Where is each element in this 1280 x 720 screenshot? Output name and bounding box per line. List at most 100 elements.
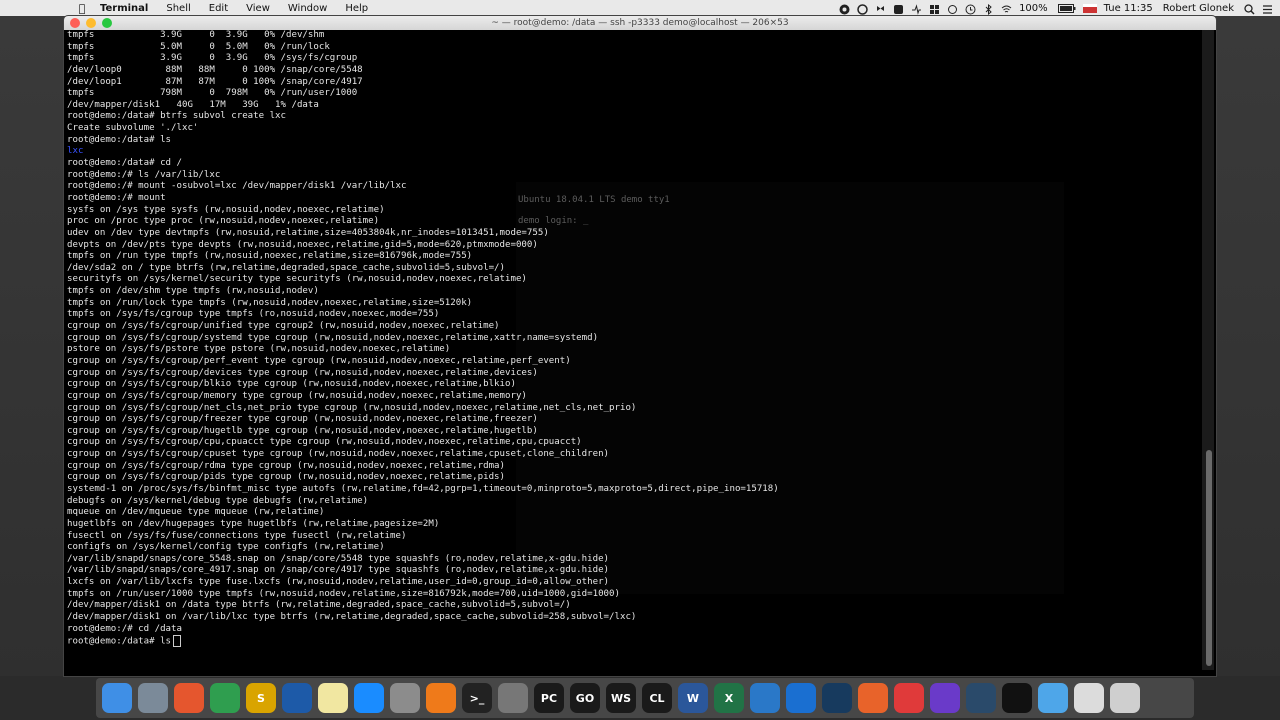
appstore-icon[interactable] (354, 683, 384, 713)
terminal-line: mqueue on /dev/mqueue type mqueue (rw,re… (67, 507, 325, 518)
terminal-label: >_ (469, 691, 485, 705)
terminal-line: root@demo:/# ls /var/lib/lxc (67, 169, 221, 180)
1password-icon[interactable] (786, 683, 816, 713)
terminal-line: cgroup on /sys/fs/cgroup/rdma type cgrou… (67, 460, 505, 471)
terminal-line: securityfs on /sys/kernel/security type … (67, 274, 527, 285)
chrome-icon[interactable] (210, 683, 240, 713)
steam-icon[interactable] (822, 683, 852, 713)
system-preferences-icon[interactable] (390, 683, 420, 713)
app-name-menu[interactable]: Terminal (100, 3, 148, 14)
terminal-line: cgroup on /sys/fs/cgroup/pids type cgrou… (67, 472, 505, 483)
firefox-icon[interactable] (174, 683, 204, 713)
flower-icon[interactable] (947, 4, 958, 14)
folder-icon[interactable] (1038, 683, 1068, 713)
terminal-line: root@demo:/data# ls (67, 134, 172, 145)
time-machine-icon[interactable] (965, 4, 976, 14)
files-icon[interactable] (750, 683, 780, 713)
clion-icon[interactable]: CL (642, 683, 672, 713)
menu-bar:  Terminal Shell Edit View Window Help 1… (0, 0, 1280, 16)
terminal-line: tmpfs on /dev/shm type tmpfs (rw,nosuid,… (67, 286, 319, 297)
user-name[interactable]: Robert Glonek (1163, 3, 1234, 14)
terminal-cursor (173, 635, 182, 648)
terminal-line: /dev/mapper/disk1 on /var/lib/lxc type b… (67, 612, 637, 623)
terminal-output[interactable]: tmpfs 3.9G 0 3.9G 0% /dev/shm tmpfs 5.0M … (64, 30, 1203, 670)
terminal-line: cgroup on /sys/fs/cgroup/cpuset type cgr… (67, 449, 610, 460)
word-label: W (686, 691, 700, 705)
terminal-line: /dev/loop1 87M 87M 0 100% /snap/core/491… (67, 76, 363, 87)
script-editor-icon[interactable] (498, 683, 528, 713)
menu-shell[interactable]: Shell (166, 3, 190, 14)
apple-menu-icon[interactable]:  (74, 2, 90, 15)
quicktime-icon[interactable] (966, 683, 996, 713)
clock[interactable]: Tue 11:35 (1104, 3, 1153, 14)
terminal-line: root@demo:/data# btrfs subvol create lxc (67, 111, 286, 122)
sequel-icon[interactable]: S (246, 683, 276, 713)
activity-icon[interactable] (911, 3, 922, 15)
input-flag-icon[interactable] (1082, 3, 1097, 13)
terminal-line: cgroup on /sys/fs/cgroup/hugetlb type cg… (67, 425, 538, 436)
terminal-line: /dev/loop0 88M 88M 0 100% /snap/core/554… (67, 64, 363, 75)
grid-icon[interactable] (929, 4, 940, 14)
terminal-line: root@demo:/data# ls (67, 635, 1203, 648)
close-window-button[interactable] (70, 18, 80, 28)
sublime-status-icon[interactable] (893, 4, 904, 14)
documents-icon[interactable] (1074, 683, 1104, 713)
notes-icon[interactable] (318, 683, 348, 713)
terminal-line: tmpfs 798M 0 798M 0% /run/user/1000 (67, 88, 358, 99)
notification-center-icon[interactable] (1262, 4, 1273, 14)
menu-view[interactable]: View (246, 3, 270, 14)
record-icon[interactable] (839, 4, 850, 14)
screen-recorder-icon[interactable] (1002, 683, 1032, 713)
virtualbox-icon[interactable] (282, 683, 312, 713)
terminal-line: pstore on /sys/fs/pstore type pstore (rw… (67, 344, 451, 355)
terminal-line: cgroup on /sys/fs/cgroup/unified type cg… (67, 321, 500, 332)
sourcetree-icon[interactable] (858, 683, 888, 713)
terminal-line: tmpfs 3.9G 0 3.9G 0% /sys/fs/cgroup (67, 53, 358, 64)
spotlight-search-icon[interactable] (1244, 3, 1255, 15)
terminal-line: cgroup on /sys/fs/cgroup/memory type cgr… (67, 390, 527, 401)
excel-label: X (724, 691, 734, 705)
terminal-line: cgroup on /sys/fs/cgroup/devices type cg… (67, 367, 538, 378)
menu-edit[interactable]: Edit (209, 3, 228, 14)
no-entry-icon[interactable] (894, 683, 924, 713)
scrollbar-thumb[interactable] (1206, 450, 1212, 666)
menu-help[interactable]: Help (345, 3, 368, 14)
goland-icon[interactable]: GO (570, 683, 600, 713)
settings-icon[interactable] (857, 3, 868, 15)
finder-icon[interactable] (102, 683, 132, 713)
terminal-line: devpts on /dev/pts type devpts (rw,nosui… (67, 239, 538, 250)
terminal-window[interactable]: ~ — root@demo: /data — ssh -p3333 demo@l… (64, 16, 1216, 676)
window-titlebar[interactable]: ~ — root@demo: /data — ssh -p3333 demo@l… (64, 16, 1216, 30)
menu-window[interactable]: Window (288, 3, 327, 14)
word-icon[interactable]: W (678, 683, 708, 713)
terminal-line: cgroup on /sys/fs/cgroup/cpu,cpuacct typ… (67, 437, 582, 448)
webstorm-icon[interactable]: WS (606, 683, 636, 713)
terminal-line: tmpfs on /run type tmpfs (rw,nosuid,noex… (67, 251, 473, 262)
terminal-line: cgroup on /sys/fs/cgroup/net_cls,net_pri… (67, 402, 637, 413)
terminal-line: cgroup on /sys/fs/cgroup/perf_event type… (67, 355, 571, 366)
sublime-icon[interactable] (426, 683, 456, 713)
terminal-line: lxc (67, 146, 84, 157)
pycharm-icon[interactable]: PC (534, 683, 564, 713)
terminal-line: root@demo:/# cd /data (67, 623, 182, 634)
maximize-window-button[interactable] (102, 18, 112, 28)
terminal-line: tmpfs 3.9G 0 3.9G 0% /dev/shm (67, 30, 325, 40)
minimize-window-button[interactable] (86, 18, 96, 28)
dropbox-icon[interactable] (875, 4, 886, 13)
terminal-line: /var/lib/snapd/snaps/core_4917.snap on /… (67, 565, 610, 576)
terminal-icon[interactable]: >_ (462, 683, 492, 713)
terminal-line: root@demo:/# mount -osubvol=lxc /dev/map… (67, 181, 407, 192)
terminal-line: /dev/sda2 on / type btrfs (rw,relatime,d… (67, 262, 505, 273)
trash-icon[interactable] (1110, 683, 1140, 713)
excel-icon[interactable]: X (714, 683, 744, 713)
launchpad-icon[interactable] (138, 683, 168, 713)
terminal-line: root@demo:/# mount (67, 192, 166, 203)
terminal-line: hugetlbfs on /dev/hugepages type hugetlb… (67, 518, 440, 529)
battery-icon[interactable] (1057, 3, 1076, 13)
terminal-line: systemd-1 on /proc/sys/fs/binfmt_misc ty… (67, 483, 779, 494)
terminal-line: /dev/mapper/disk1 on /data type btrfs (r… (67, 600, 571, 611)
wifi-icon[interactable] (1001, 4, 1012, 13)
bluetooth-icon[interactable] (983, 3, 994, 15)
terminal-scrollbar[interactable] (1202, 30, 1214, 670)
imovie-icon[interactable] (930, 683, 960, 713)
